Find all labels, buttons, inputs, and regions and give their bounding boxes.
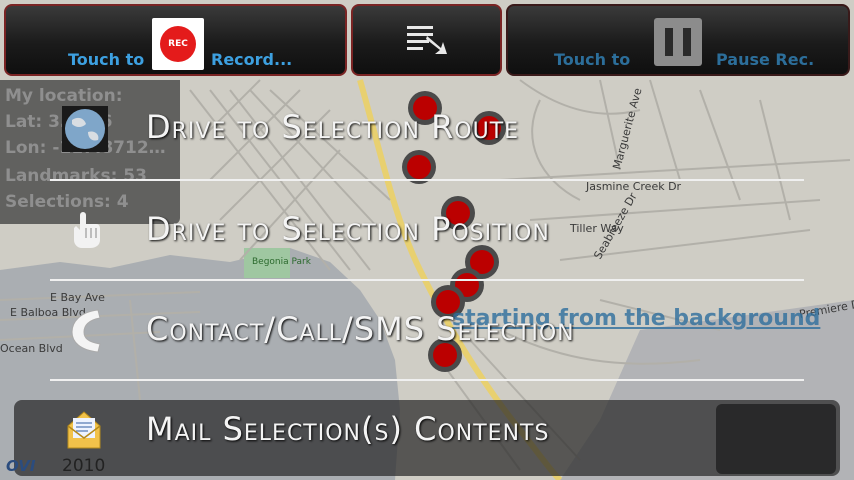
hand-pointer-icon <box>74 212 100 248</box>
menu-label-drive-route: Drive to Selection Route <box>146 108 520 146</box>
record-button[interactable]: Touch to REC Record... <box>4 4 347 76</box>
record-touch-label: Touch to <box>68 50 145 69</box>
menu-item-contact-call-sms[interactable]: Contact/Call/SMS Selection <box>0 280 854 380</box>
pause-icon <box>654 18 702 66</box>
record-icon: REC <box>152 18 204 70</box>
menu-label-contact-call-sms: Contact/Call/SMS Selection <box>146 310 575 348</box>
phone-icon <box>71 309 101 353</box>
map-copyright-year: 2010 <box>62 456 106 476</box>
menu-item-drive-position[interactable]: Drive to Selection Position <box>0 180 854 280</box>
record-action-label: Record... <box>211 50 293 69</box>
mail-icon <box>67 411 101 449</box>
menu-item-drive-route[interactable]: Drive to Selection Route <box>0 80 854 180</box>
menu-item-mail-selection[interactable]: Mail Selection(s) Contents <box>0 380 854 480</box>
menu-toggle-button[interactable] <box>351 4 502 76</box>
menu-label-drive-position: Drive to Selection Position <box>146 210 550 248</box>
list-arrow-icon <box>407 26 447 54</box>
record-icon-text: REC <box>160 26 196 62</box>
menu-label-mail-selection: Mail Selection(s) Contents <box>146 410 550 448</box>
pause-record-button[interactable]: Touch to Pause Rec. <box>506 4 850 76</box>
pause-action-label: Pause Rec. <box>716 50 815 69</box>
ovi-logo: OVI <box>6 457 36 475</box>
pause-touch-label: Touch to <box>554 50 631 69</box>
globe-icon <box>62 106 108 152</box>
